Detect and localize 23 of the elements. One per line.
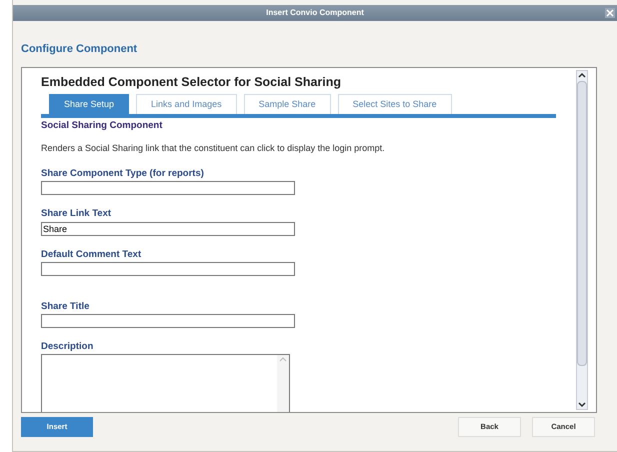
- description-text: Renders a Social Sharing link that the constituent can click to display the login prompt.: [41, 142, 386, 155]
- field-label: Share Link Text: [41, 207, 112, 222]
- field-label: Share Title: [41, 300, 90, 314]
- tab[interactable]: Links and Images: [136, 94, 237, 114]
- input-field[interactable]: Share: [41, 222, 295, 236]
- input-field[interactable]: [41, 314, 295, 328]
- panel-heading: Embedded Component Selector for Social Sharing: [41, 74, 342, 91]
- scroll-up-icon[interactable]: [577, 70, 587, 80]
- field-label: Share Component Type (for reports): [41, 167, 205, 181]
- tab[interactable]: Share Setup: [49, 94, 130, 114]
- textarea-field[interactable]: [41, 354, 290, 412]
- input-field[interactable]: [41, 181, 295, 196]
- close-icon[interactable]: [605, 8, 615, 18]
- tab[interactable]: Select Sites to Share: [338, 94, 452, 114]
- scrollbar[interactable]: [576, 70, 588, 410]
- field-label: Description: [41, 340, 94, 354]
- scrollbar-thumb[interactable]: [577, 80, 587, 366]
- section-title: Social Sharing Component: [41, 119, 164, 134]
- window-title: Insert Convio Component: [266, 7, 364, 19]
- input-field[interactable]: [41, 262, 295, 276]
- page-title: Configure Component: [21, 42, 138, 57]
- tab[interactable]: Sample Share: [244, 94, 331, 114]
- field-label: Default Comment Text: [41, 248, 142, 262]
